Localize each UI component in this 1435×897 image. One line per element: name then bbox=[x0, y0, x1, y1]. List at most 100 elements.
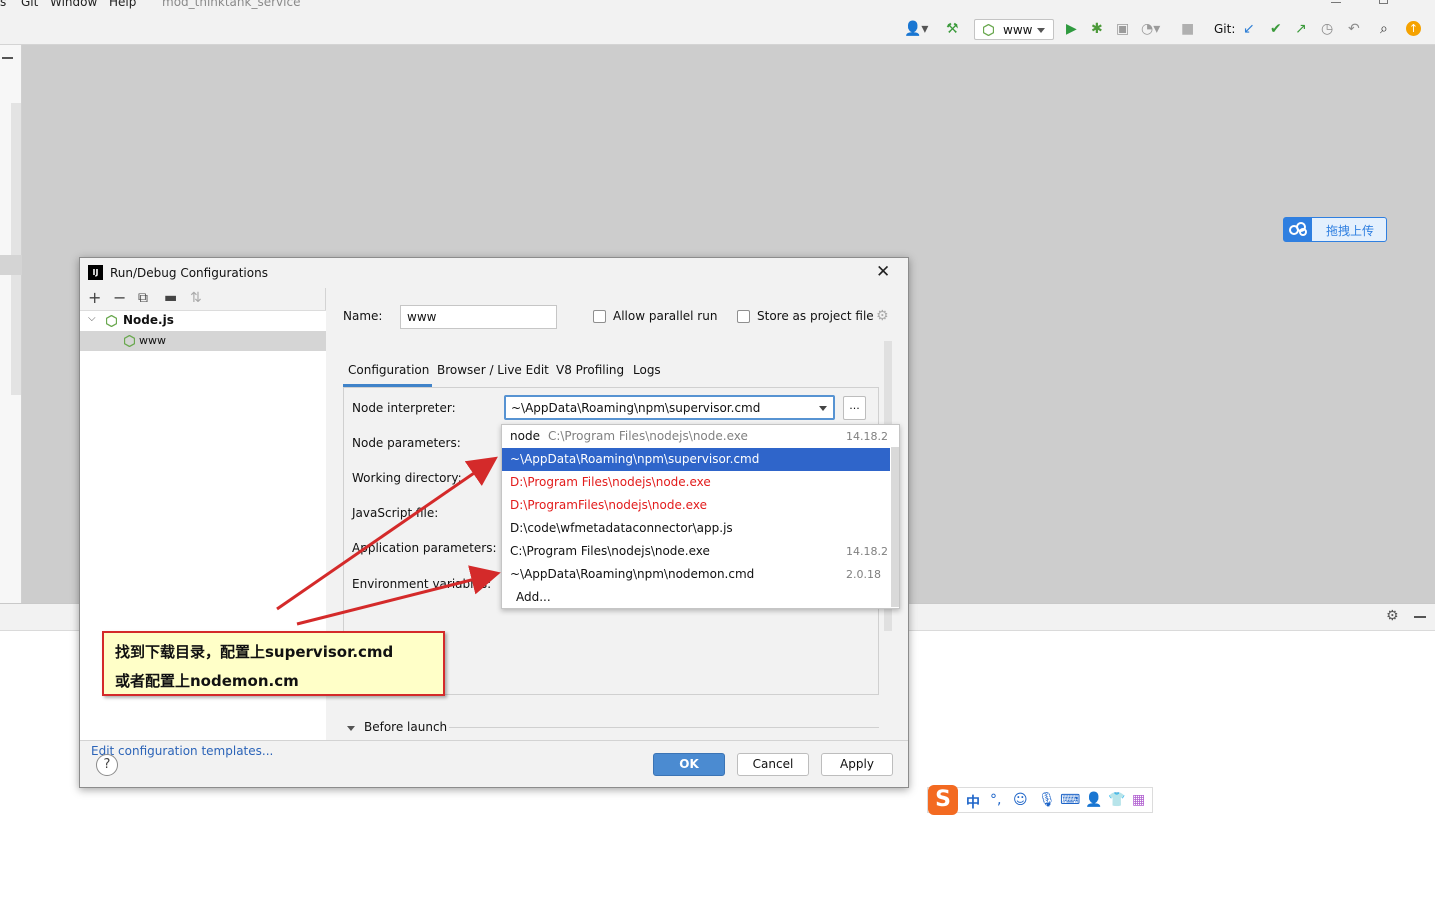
menu-bar: s Git Window Help mod_thinktank_service bbox=[0, 0, 1435, 14]
add-interpreter-option[interactable]: Add... bbox=[502, 586, 890, 609]
help-button[interactable]: ? bbox=[96, 754, 118, 776]
run-icon[interactable]: ▶ bbox=[1066, 20, 1077, 38]
interpreter-option-invalid[interactable]: D:\ProgramFiles\nodejs\node.exe bbox=[502, 494, 890, 517]
profile-icon[interactable]: ◔▾ bbox=[1141, 20, 1160, 38]
name-field[interactable]: www bbox=[400, 305, 557, 329]
emoji-icon[interactable]: ☺ bbox=[1013, 791, 1028, 809]
stop-icon[interactable]: ■ bbox=[1181, 20, 1194, 38]
run-config-label: www bbox=[1003, 23, 1033, 37]
search-icon[interactable]: ⌕ bbox=[1380, 20, 1388, 38]
working-directory-label: Working directory: bbox=[352, 471, 462, 485]
copy-icon[interactable]: ⧉ bbox=[138, 290, 148, 306]
coverage-icon[interactable]: ▣ bbox=[1116, 20, 1129, 38]
option-path: D:\Program Files\nodejs\node.exe bbox=[510, 475, 711, 489]
git-commit-icon[interactable]: ✔ bbox=[1270, 20, 1282, 38]
menu-git[interactable]: Git bbox=[21, 0, 38, 9]
run-config-selector[interactable]: www bbox=[974, 19, 1054, 40]
punctuation-toggle[interactable]: °, bbox=[990, 791, 1001, 809]
nodejs-icon bbox=[983, 24, 994, 36]
debug-bug-icon[interactable]: ✱ bbox=[1091, 20, 1103, 38]
main-toolbar: 👤▾ ⚒ www ▶ ✱ ▣ ◔▾ ■ Git: ↙ ✔ ↗ ◷ ↶ ⌕ ↑ bbox=[0, 14, 1435, 45]
apply-button[interactable]: Apply bbox=[821, 753, 893, 776]
interpreter-option[interactable]: node C:\Program Files\nodejs\node.exe 14.… bbox=[502, 425, 890, 448]
project-title: mod_thinktank_service bbox=[162, 0, 301, 9]
dialog-title: Run/Debug Configurations bbox=[110, 266, 268, 280]
minimize-window-icon[interactable] bbox=[1331, 2, 1341, 3]
tree-item-www[interactable]: www bbox=[80, 331, 326, 351]
user-account-icon[interactable]: 👤▾ bbox=[904, 20, 928, 38]
update-available-icon[interactable]: ↑ bbox=[1406, 21, 1421, 36]
tab-v8-profiling[interactable]: V8 Profiling bbox=[556, 363, 624, 377]
intellij-logo-icon: IJ bbox=[88, 265, 103, 280]
collapse-icon[interactable] bbox=[2, 57, 13, 59]
tab-browser-live-edit[interactable]: Browser / Live Edit bbox=[437, 363, 549, 377]
store-as-project-file-checkbox[interactable] bbox=[737, 310, 750, 323]
git-push-icon[interactable]: ↗ bbox=[1295, 20, 1307, 38]
cloud-icon bbox=[1284, 218, 1312, 241]
tree-group-label: Node.js bbox=[123, 313, 174, 327]
ime-toolbar: S 中 °, ☺ 🎙 ⌨ 👤 👕 ▦ bbox=[927, 785, 1153, 815]
store-as-project-file-label: Store as project file bbox=[757, 309, 874, 323]
minimize-panel-icon[interactable] bbox=[1414, 616, 1426, 618]
name-label: Name: bbox=[343, 309, 383, 323]
selected-tool-tab[interactable] bbox=[0, 255, 22, 275]
keyboard-icon[interactable]: ⌨ bbox=[1060, 791, 1080, 809]
menu-item[interactable]: s bbox=[0, 0, 6, 9]
left-scrollbar[interactable] bbox=[11, 103, 21, 395]
interpreter-option-selected[interactable]: ~\AppData\Roaming\npm\supervisor.cmd bbox=[502, 448, 890, 471]
ok-button[interactable]: OK bbox=[653, 753, 725, 776]
folder-icon[interactable]: ▬ bbox=[164, 290, 177, 306]
toolbox-icon[interactable]: ▦ bbox=[1132, 791, 1145, 809]
tree-item-label: www bbox=[139, 334, 166, 347]
sort-icon[interactable]: ⇅ bbox=[190, 290, 202, 306]
git-rollback-icon[interactable]: ↶ bbox=[1348, 20, 1360, 38]
option-version: 14.18.2 bbox=[846, 430, 888, 443]
dialog-footer: ? OK Cancel Apply bbox=[80, 740, 908, 788]
close-icon[interactable]: ✕ bbox=[876, 263, 890, 281]
microphone-icon[interactable]: 🎙 bbox=[1038, 791, 1056, 809]
interpreter-dropdown-list: node C:\Program Files\nodejs\node.exe 14.… bbox=[501, 424, 900, 609]
option-path: C:\Program Files\nodejs\node.exe bbox=[547, 429, 748, 443]
tab-configuration[interactable]: Configuration bbox=[348, 363, 429, 377]
interpreter-option-invalid[interactable]: D:\Program Files\nodejs\node.exe bbox=[502, 471, 890, 494]
option-path: ~\AppData\Roaming\npm\nodemon.cmd bbox=[510, 567, 755, 581]
restore-window-icon[interactable] bbox=[1379, 0, 1388, 4]
git-history-icon[interactable]: ◷ bbox=[1321, 20, 1333, 38]
annotation-line-1: 找到下载目录，配置上supervisor.cmd bbox=[115, 643, 394, 661]
menu-window[interactable]: Window bbox=[50, 0, 97, 9]
interpreter-option[interactable]: ~\AppData\Roaming\npm\nodemon.cmd 2.0.18 bbox=[502, 563, 890, 586]
browse-interpreter-button[interactable]: ... bbox=[843, 396, 866, 420]
menu-help[interactable]: Help bbox=[109, 0, 136, 9]
gear-icon[interactable]: ⚙ bbox=[1386, 608, 1399, 624]
dropdown-scrollbar[interactable] bbox=[891, 447, 899, 607]
chevron-down-icon bbox=[347, 726, 355, 731]
cancel-button[interactable]: Cancel bbox=[737, 753, 809, 776]
node-interpreter-value: ~\AppData\Roaming\npm\supervisor.cmd bbox=[511, 401, 761, 415]
allow-parallel-run-checkbox[interactable] bbox=[593, 310, 606, 323]
sogou-logo-icon[interactable]: S bbox=[928, 785, 958, 815]
skin-shirt-icon[interactable]: 👕 bbox=[1108, 791, 1125, 809]
option-path: D:\code\wfmetadataconnector\app.js bbox=[510, 521, 733, 535]
chevron-down-icon[interactable]: ⌵ bbox=[88, 313, 96, 324]
option-path: ~\AppData\Roaming\npm\supervisor.cmd bbox=[510, 452, 760, 466]
node-parameters-label: Node parameters: bbox=[352, 436, 461, 450]
drag-upload-button[interactable]: 拖拽上传 bbox=[1283, 217, 1387, 242]
before-launch-label: Before launch bbox=[364, 720, 448, 734]
node-interpreter-select[interactable]: ~\AppData\Roaming\npm\supervisor.cmd bbox=[504, 395, 835, 420]
remove-icon[interactable]: − bbox=[113, 290, 126, 306]
tab-logs[interactable]: Logs bbox=[633, 363, 661, 377]
allow-parallel-run-label: Allow parallel run bbox=[613, 309, 718, 323]
dialog-title-bar[interactable]: IJ Run/Debug Configurations ✕ bbox=[80, 258, 908, 288]
interpreter-option[interactable]: C:\Program Files\nodejs\node.exe 14.18.2 bbox=[502, 540, 890, 563]
interpreter-option[interactable]: D:\code\wfmetadataconnector\app.js bbox=[502, 517, 890, 540]
gear-icon[interactable]: ⚙ bbox=[876, 308, 889, 324]
user-icon[interactable]: 👤 bbox=[1085, 791, 1102, 809]
chevron-down-icon[interactable] bbox=[819, 406, 827, 411]
option-path: C:\Program Files\nodejs\node.exe bbox=[510, 544, 710, 558]
build-hammer-icon[interactable]: ⚒ bbox=[946, 20, 959, 38]
ime-mode-toggle[interactable]: 中 bbox=[966, 792, 980, 812]
option-alias: node bbox=[510, 429, 540, 443]
git-update-icon[interactable]: ↙ bbox=[1243, 20, 1255, 38]
tree-group-nodejs[interactable]: ⌵ Node.js bbox=[80, 311, 326, 331]
add-icon[interactable]: + bbox=[88, 290, 101, 306]
